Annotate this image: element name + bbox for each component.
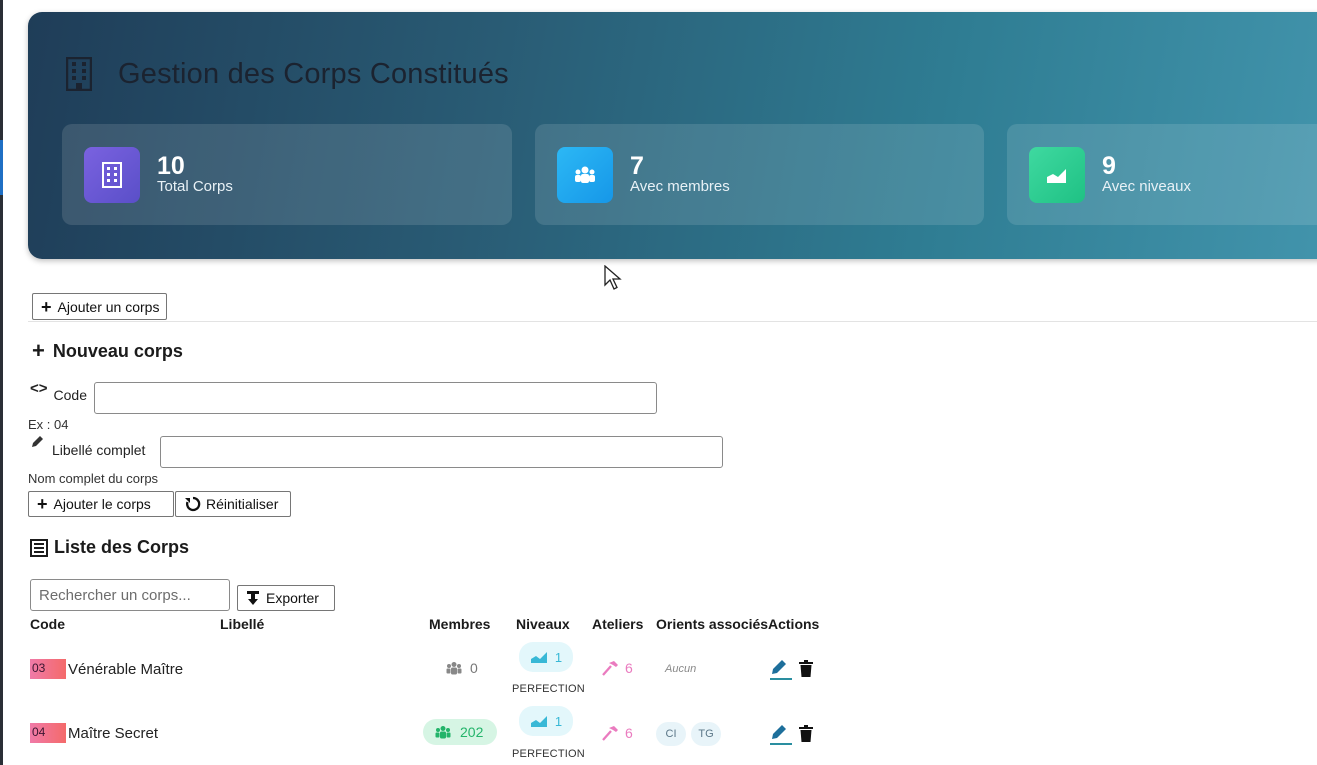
orient-badge: CI [656, 722, 686, 746]
page-title-text: Gestion des Corps Constitués [118, 57, 509, 90]
hammer-icon [601, 660, 619, 676]
stat-label: Total Corps [157, 178, 233, 195]
plus-icon: + [37, 494, 48, 514]
plus-icon: + [32, 338, 45, 363]
code-icon: <> [30, 380, 48, 397]
edit-button[interactable] [770, 723, 792, 745]
stat-card-total: 10 Total Corps [62, 124, 512, 225]
stat-label: Avec niveaux [1102, 178, 1191, 195]
level-label: PERFECTION [512, 683, 585, 695]
stat-label: Avec membres [630, 178, 730, 195]
list-icon [30, 538, 48, 557]
column-header-libelle[interactable]: Libellé [220, 616, 264, 632]
corps-libelle: Vénérable Maître [68, 661, 184, 678]
code-badge: 03 [30, 659, 66, 679]
stat-value: 10 [157, 152, 185, 180]
trash-icon [799, 660, 813, 677]
levels-badge: 1 [519, 642, 573, 672]
divider [28, 321, 1317, 322]
column-header-code[interactable]: Code [30, 616, 65, 632]
left-window-edge [0, 0, 3, 765]
level-label: PERFECTION [512, 748, 585, 760]
chart-icon [530, 650, 548, 664]
code-badge: 04 [30, 723, 66, 743]
delete-button[interactable] [799, 660, 813, 677]
trash-icon [799, 725, 813, 742]
ateliers-count: 6 [601, 725, 633, 741]
building-icon [65, 56, 93, 92]
mouse-cursor-icon [604, 265, 622, 290]
hammer-icon [601, 725, 619, 741]
stat-value: 9 [1102, 152, 1116, 180]
pencil-icon [30, 435, 44, 452]
users-icon [557, 147, 613, 203]
libelle-label: Libellé complet [30, 436, 145, 458]
libelle-field[interactable] [160, 436, 723, 468]
stat-card-levels: 9 Avec niveaux [1007, 124, 1317, 225]
column-header-niveaux[interactable]: Niveaux [516, 616, 570, 632]
download-icon [246, 590, 260, 606]
users-icon [446, 661, 462, 675]
chart-icon [1029, 147, 1085, 203]
libelle-hint: Nom complet du corps [28, 471, 159, 486]
members-count: 0 [446, 660, 478, 676]
building-icon [84, 147, 140, 203]
plus-icon: + [41, 296, 52, 317]
list-title: Liste des Corps [30, 537, 189, 558]
reset-button[interactable]: Réinitialiser [175, 491, 291, 517]
column-header-membres[interactable]: Membres [429, 616, 490, 632]
chart-icon [530, 714, 548, 728]
corps-libelle: Maître Secret [68, 725, 159, 742]
ateliers-count: 6 [601, 660, 633, 676]
form-title: + Nouveau corps [32, 338, 183, 364]
add-corps-toggle-label: Ajouter un corps [57, 298, 160, 315]
header-banner: Gestion des Corps Constitués 10 Total Co… [28, 12, 1317, 259]
code-field[interactable] [94, 382, 657, 414]
code-label: <> Code [30, 380, 87, 403]
members-count: 202 [423, 719, 498, 745]
reset-icon [184, 495, 202, 513]
export-button[interactable]: Exporter [237, 585, 335, 611]
stat-card-members: 7 Avec membres [535, 124, 984, 225]
column-header-ateliers[interactable]: Ateliers [592, 616, 643, 632]
column-header-orients[interactable]: Orients associés [656, 616, 768, 632]
search-input[interactable] [30, 579, 230, 611]
form-title-text: Nouveau corps [52, 340, 183, 361]
stat-value: 7 [630, 152, 644, 180]
code-hint: Ex : 04 [28, 417, 69, 432]
page-title: Gestion des Corps Constitués [65, 56, 509, 92]
column-header-actions: Actions [768, 616, 820, 632]
pencil-icon [772, 660, 786, 674]
pencil-icon [772, 725, 786, 739]
users-icon [435, 725, 451, 739]
submit-corps-button[interactable]: + Ajouter le corps [28, 491, 174, 517]
delete-button[interactable] [799, 725, 813, 742]
levels-badge: 1 [519, 706, 573, 736]
no-orients-text: Aucun [665, 663, 697, 675]
orient-badge: TG [691, 722, 721, 746]
edit-button[interactable] [770, 658, 792, 680]
add-corps-toggle-button[interactable]: + Ajouter un corps [32, 293, 168, 320]
